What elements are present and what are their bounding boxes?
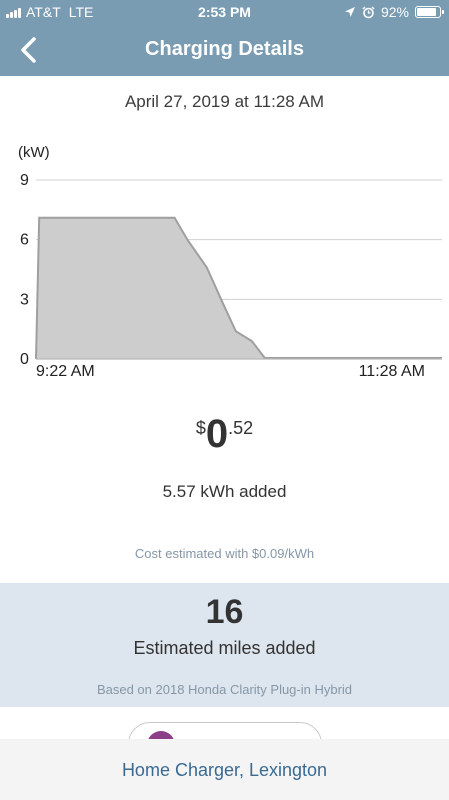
y-tick-label: 0 <box>20 351 29 368</box>
session-date: April 27, 2019 at 11:28 AM <box>124 92 325 111</box>
cost-currency-symbol: $ <box>195 418 206 438</box>
x-tick-label-end: 11:28 AM <box>359 363 425 380</box>
miles-panel: 16 Estimated miles added Based on 2018 H… <box>0 583 449 707</box>
location-arrow-icon <box>344 7 355 17</box>
page-title: Charging Details <box>145 38 304 60</box>
y-tick-label: 6 <box>20 232 29 249</box>
cost-cents: .52 <box>228 418 254 438</box>
status-bar: AT&T LTE 2:53 PM 92% <box>0 0 449 24</box>
charging-power-chart: (kW) 9 6 3 0 9:22 AM 11:28 AM <box>18 144 442 380</box>
miles-value: 16 <box>205 593 244 631</box>
battery-percent: 92% <box>380 4 409 20</box>
rate-note: Cost estimated with $0.09/kWh <box>134 546 315 561</box>
power-area <box>36 217 442 359</box>
location-link[interactable]: Home Charger, Lexington <box>0 760 449 781</box>
x-tick-label-start: 9:22 AM <box>36 363 95 380</box>
miles-label: Estimated miles added <box>133 638 316 658</box>
y-axis-unit-label: (kW) <box>18 144 50 161</box>
y-tick-label: 3 <box>20 291 29 308</box>
battery-icon <box>415 6 444 18</box>
y-tick-label: 9 <box>20 172 29 189</box>
cost-dollars: 0 <box>205 412 229 456</box>
status-right: 92% <box>344 4 444 20</box>
vehicle-note: Based on 2018 Honda Clarity Plug-in Hybr… <box>96 682 353 697</box>
cost-display: $0.52 <box>0 412 449 457</box>
energy-added: 5.57 kWh added <box>162 482 287 501</box>
navigation-bar: Charging Details <box>0 24 449 76</box>
alarm-icon <box>362 5 375 18</box>
footer-bar: Home Charger, Lexington <box>0 739 449 800</box>
